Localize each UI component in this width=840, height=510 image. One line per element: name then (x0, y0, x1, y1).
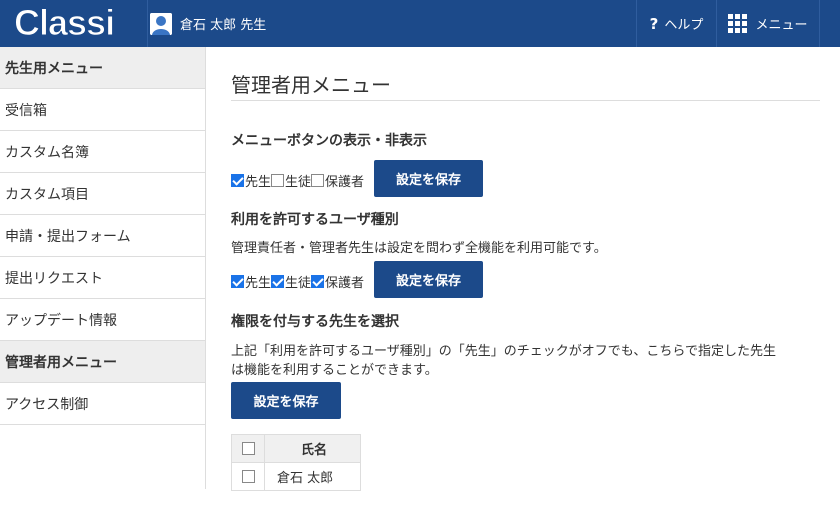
user-avatar-icon (150, 12, 172, 35)
visibility-guardian-label: 保護者 (325, 175, 365, 190)
table-row: 倉石 太郎 (231, 462, 361, 491)
header-divider (147, 0, 148, 47)
select-all-cell (231, 434, 265, 463)
sidebar-item-label: 管理者用メニュー (5, 354, 117, 371)
sidebar-item-label: アクセス制御 (5, 396, 89, 413)
help-button[interactable]: ? ヘルプ (636, 0, 716, 47)
sidebar: 先生用メニュー 受信箱 カスタム名簿 カスタム項目 申請・提出フォーム 提出リク… (0, 47, 206, 510)
menu-button[interactable]: メニュー (716, 0, 820, 47)
select-all-checkbox[interactable] (241, 442, 255, 455)
sidebar-item-request-forms[interactable]: 申請・提出フォーム (0, 215, 206, 257)
sidebar-item-custom-roster[interactable]: カスタム名簿 (0, 131, 206, 173)
classi-logo[interactable]: Classi (10, 2, 140, 44)
help-icon: ? (649, 14, 659, 33)
allowed-student-label: 生徒 (285, 276, 312, 291)
sidebar-item-custom-fields[interactable]: カスタム項目 (0, 173, 206, 215)
allowed-user-types-description: 管理責任者・管理者先生は設定を問わず全機能を利用可能です。 (231, 241, 607, 256)
help-label: ヘルプ (664, 18, 704, 33)
allowed-user-types-heading: 利用を許可するユーザ種別 (231, 212, 399, 228)
row-checkbox[interactable] (241, 470, 255, 483)
allowed-guardian-label: 保護者 (325, 276, 365, 291)
grant-teachers-heading: 権限を付与する先生を選択 (231, 314, 399, 330)
allowed-student-checkbox[interactable] (271, 275, 285, 288)
visibility-teacher-label: 先生 (245, 175, 272, 190)
logo-text: Classi (14, 2, 114, 43)
name-column-header: 氏名 (264, 434, 361, 463)
user-profile[interactable]: 倉石 太郎 先生 (150, 0, 266, 47)
visibility-student-checkbox[interactable] (271, 174, 285, 187)
sidebar-item-label: 申請・提出フォーム (5, 228, 131, 245)
sidebar-item-label: 先生用メニュー (5, 60, 103, 77)
sidebar-item-label: カスタム名簿 (5, 144, 89, 161)
row-select-cell (231, 462, 265, 491)
sidebar-item-submission-requests[interactable]: 提出リクエスト (0, 257, 206, 299)
grant-teachers-description: 上記「利用を許可するユーザ種別」の「先生」のチェックがオフでも、こちらで指定した… (231, 342, 820, 380)
sidebar-item-label: カスタム項目 (5, 186, 89, 203)
sidebar-item-label: 提出リクエスト (5, 270, 103, 287)
sidebar-item-access-control[interactable]: アクセス制御 (0, 383, 206, 425)
grid-icon (728, 14, 748, 33)
allowed-teacher-checkbox[interactable] (231, 275, 244, 288)
grant-teachers-description-line2: は機能を利用することができます。 (231, 363, 438, 378)
teacher-table: 氏名 倉石 太郎 (231, 434, 361, 491)
menu-visibility-heading: メニューボタンの表示・非表示 (231, 133, 427, 149)
menu-label: メニュー (755, 18, 808, 33)
sidebar-item-updates[interactable]: アップデート情報 (0, 299, 206, 341)
visibility-student-label: 生徒 (285, 175, 312, 190)
save-granted-teachers-button[interactable]: 設定を保存 (231, 382, 341, 419)
allowed-user-types-checks: 先生 生徒 保護者 (231, 272, 364, 291)
save-user-types-button[interactable]: 設定を保存 (374, 261, 483, 298)
sidebar-filler (0, 425, 206, 489)
teacher-name-cell: 倉石 太郎 (264, 462, 361, 491)
title-divider (231, 100, 820, 101)
visibility-teacher-checkbox[interactable] (231, 174, 244, 187)
allowed-teacher-label: 先生 (245, 276, 272, 291)
top-header: Classi 倉石 太郎 先生 ? ヘルプ メニュー (0, 0, 840, 47)
sidebar-section-admin-menu: 管理者用メニュー (0, 341, 206, 383)
sidebar-item-label: アップデート情報 (5, 312, 117, 329)
grant-teachers-description-line1: 上記「利用を許可するユーザ種別」の「先生」のチェックがオフでも、こちらで指定した… (231, 344, 776, 359)
allowed-guardian-checkbox[interactable] (311, 275, 325, 288)
user-name: 倉石 太郎 先生 (180, 18, 267, 33)
save-visibility-button[interactable]: 設定を保存 (374, 160, 483, 197)
page-title: 管理者用メニュー (231, 73, 391, 97)
menu-visibility-checks: 先生 生徒 保護者 (231, 171, 364, 190)
table-header-row: 氏名 (231, 434, 361, 463)
visibility-guardian-checkbox[interactable] (311, 174, 325, 187)
sidebar-section-teacher-menu: 先生用メニュー (0, 47, 206, 89)
sidebar-item-inbox[interactable]: 受信箱 (0, 89, 206, 131)
sidebar-item-label: 受信箱 (5, 102, 47, 119)
